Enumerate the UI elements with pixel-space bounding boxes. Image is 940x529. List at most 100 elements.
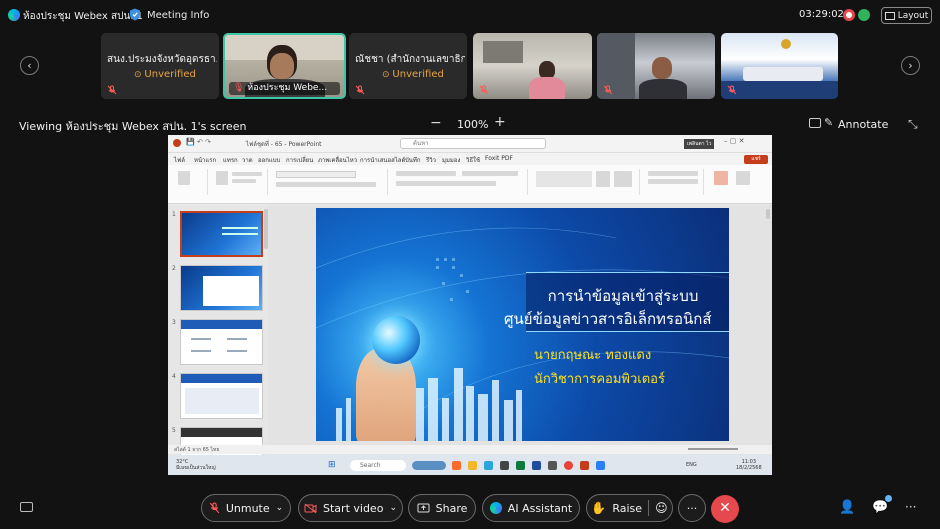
recording-icon[interactable] xyxy=(843,9,855,21)
muted-mic-icon xyxy=(727,85,737,95)
powerpoint-share-button: แชร์ xyxy=(744,155,768,164)
annotate-button[interactable]: Annotate xyxy=(838,118,888,131)
layout-button[interactable]: Layout xyxy=(881,7,932,24)
zoom-in-button[interactable]: + xyxy=(494,114,506,130)
chrome-icon xyxy=(564,461,573,470)
mute-indicator-icon: 🎙︎ xyxy=(233,83,248,93)
slide-number: 2 xyxy=(172,265,176,272)
captions-icon[interactable] xyxy=(20,502,33,512)
slide-role: นักวิชาการคอมพิวเตอร์ xyxy=(534,372,665,387)
slide-number: 5 xyxy=(172,427,176,434)
ribbon-tab: วิธีใช้ xyxy=(466,157,481,164)
language-indicator: ENG xyxy=(686,462,697,468)
ribbon-toolbar xyxy=(168,165,772,204)
more-panels-icon[interactable]: ··· xyxy=(905,500,916,514)
slide-presenter: นายกฤษณะ ทองแดง xyxy=(534,348,652,363)
ribbon-tab: Foxit PDF xyxy=(485,155,513,162)
participant-tile[interactable] xyxy=(721,33,838,99)
participant-tile[interactable] xyxy=(597,33,715,99)
end-call-button[interactable]: ✕ xyxy=(711,495,739,523)
taskbar-search: Search xyxy=(350,460,406,471)
powerpoint-logo-icon xyxy=(173,139,181,147)
participants-icon[interactable]: 👤 xyxy=(839,500,855,515)
raise-button[interactable]: ✋ Raise ☺ xyxy=(586,494,673,522)
more-options-button[interactable]: ··· xyxy=(678,494,706,522)
taskbar-app-icon xyxy=(500,461,509,470)
ribbon-tab: แทรก xyxy=(223,157,238,164)
taskbar-widget-icon xyxy=(412,461,446,470)
taskbar-app-icon xyxy=(452,461,461,470)
muted-mic-icon xyxy=(107,85,117,95)
user-chip: เพลินตา ไว xyxy=(684,139,715,149)
slide-number: 4 xyxy=(172,373,176,380)
pop-out-icon[interactable] xyxy=(809,118,821,128)
raise-hand-icon: ✋ xyxy=(591,501,607,515)
warning-icon: ⊙ xyxy=(382,70,393,80)
warning-icon: ⊙ xyxy=(134,70,145,80)
raise-label: Raise xyxy=(612,501,643,515)
chevron-down-icon[interactable]: ⌄ xyxy=(276,503,284,513)
unmute-label: Unmute xyxy=(225,501,270,515)
slide-title-line1: การนำข้อมูลเข้าสู่ระบบ xyxy=(547,287,699,305)
taskbar-clock: 11:03 18/2/2568 xyxy=(736,459,762,471)
taskbar-app-icon xyxy=(484,461,493,470)
ribbon-tab: ไฟล์ xyxy=(174,157,185,164)
start-video-button[interactable]: Start video ⌄ xyxy=(298,494,403,522)
ribbon-tab: ออกแบบ xyxy=(258,157,281,164)
unmute-button[interactable]: Unmute ⌄ xyxy=(201,494,291,522)
ribbon-tab: การนำเสนอสไลด์ xyxy=(360,157,406,164)
weather-widget: 32°C มีเมฆเป็นส่วนใหญ่ xyxy=(176,459,216,471)
reactions-icon[interactable]: ☺ xyxy=(655,501,668,515)
slide-thumbnail xyxy=(180,373,263,419)
participant-tile-active[interactable]: 🎙︎ ห้องประชุม Webe... xyxy=(223,33,346,99)
current-slide: การนำข้อมูลเข้าสู่ระบบ ศูนย์ข้อมูลข่าวสา… xyxy=(316,208,729,441)
ribbon-tab: มุมมอง xyxy=(442,157,461,164)
zoom-out-button[interactable]: − xyxy=(430,115,442,131)
participant-caption: 🎙︎ ห้องประชุม Webe... xyxy=(229,82,340,95)
viewing-label: Viewing ห้องประชุม Webex สปน. 1's screen xyxy=(19,120,247,133)
slide-count-status: สไลด์ 1 จาก 65 ไทย xyxy=(174,447,220,453)
network-stats-icon[interactable] xyxy=(858,9,870,21)
webex-logo-icon xyxy=(8,9,20,21)
slide-title-line2: ศูนย์ข้อมูลข่าวสารอิเล็กทรอนิกส์ xyxy=(504,310,712,328)
participant-tile[interactable]: ณัชชา (สำนักงานเลขาธิก... ⊙ Unverified xyxy=(349,33,467,99)
windows-start-icon: ⊞ xyxy=(328,460,336,470)
participant-name: ณัชชา (สำนักงานเลขาธิก... xyxy=(355,54,465,65)
chat-icon[interactable]: 💬 xyxy=(872,500,888,515)
slide-thumbnail xyxy=(180,319,263,365)
windows-taskbar: 32°C มีเมฆเป็นส่วนใหญ่ ⊞ Search ENG 11:0… xyxy=(168,455,772,475)
muted-mic-icon xyxy=(479,85,489,95)
prev-participants-button[interactable]: ‹ xyxy=(20,56,39,75)
taskbar-app-icon xyxy=(516,461,525,470)
ai-assistant-label: AI Assistant xyxy=(507,501,573,515)
annotate-icon: ✎ xyxy=(824,116,834,129)
participant-tile[interactable] xyxy=(473,33,592,99)
slide-number: 1 xyxy=(172,211,176,218)
powerpoint-taskbar-icon xyxy=(580,461,589,470)
meeting-info-link[interactable]: Meeting Info xyxy=(147,10,209,21)
next-participants-button[interactable]: › xyxy=(901,56,920,75)
globe-image xyxy=(372,316,420,364)
shield-info-icon[interactable] xyxy=(129,8,141,21)
participant-tile[interactable]: สนง.ประมงจังหวัดอุดรธา... ⊙ Unverified xyxy=(101,33,219,99)
ai-assistant-icon xyxy=(489,502,502,514)
share-button[interactable]: Share xyxy=(408,494,476,522)
ribbon-tab: ภาพเคลื่อนไหว xyxy=(318,157,358,164)
ai-assistant-button[interactable]: AI Assistant xyxy=(482,494,580,522)
slide-number: 3 xyxy=(172,319,176,326)
powerpoint-search: ค้นหา xyxy=(400,138,546,149)
window-controls: – ▢ ✕ xyxy=(724,137,745,145)
ribbon-tab: รีวิว xyxy=(426,157,436,164)
fullscreen-icon[interactable]: ⤡ xyxy=(908,117,918,132)
muted-mic-icon xyxy=(603,85,613,95)
unverified-badge: ⊙ Unverified xyxy=(134,69,196,80)
chevron-down-icon[interactable]: ⌄ xyxy=(389,503,397,513)
meeting-topbar: ห้องประชุม Webex สปน. 1 Meeting Info 03:… xyxy=(0,0,940,30)
taskbar-app-icon xyxy=(596,461,605,470)
video-off-icon xyxy=(304,503,317,513)
slide-thumbnail xyxy=(180,265,263,311)
unverified-badge: ⊙ Unverified xyxy=(382,69,444,80)
shared-screen[interactable]: 💾 ↶ ↷ ไฟล์ชุดที่ - 65 - PowerPoint ค้นหา… xyxy=(168,135,772,475)
share-label: Share xyxy=(435,501,468,515)
taskbar-app-icon xyxy=(548,461,557,470)
